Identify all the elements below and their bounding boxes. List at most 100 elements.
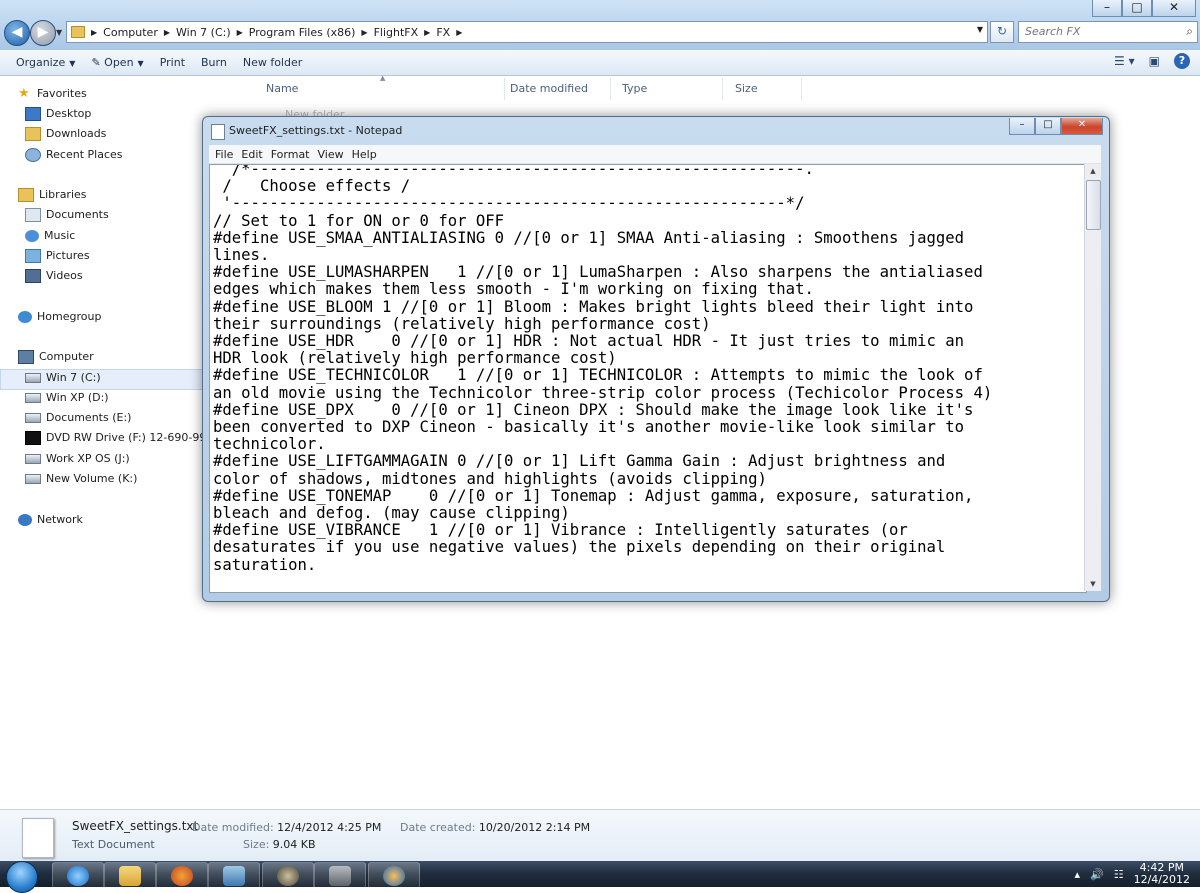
- breadcrumb-computer[interactable]: Computer: [103, 26, 158, 39]
- breadcrumb-program-files[interactable]: Program Files (x86): [249, 26, 356, 39]
- recent-pages-icon[interactable]: ▼: [56, 28, 62, 37]
- view-options-icon[interactable]: ☰ ▾: [1114, 54, 1135, 68]
- text-file-icon: [22, 818, 54, 858]
- taskbar-ie[interactable]: [52, 862, 104, 889]
- nav-music[interactable]: Music: [25, 227, 75, 245]
- internet-explorer-icon: [67, 866, 89, 886]
- minimize-icon[interactable]: –: [1009, 118, 1035, 135]
- chevron-right-icon[interactable]: ▶: [91, 28, 97, 37]
- notepad-window[interactable]: SweetFX_settings.txt - Notepad – □ ✕ Fil…: [202, 116, 1110, 602]
- taskbar-firefox[interactable]: [156, 862, 208, 889]
- nav-homegroup[interactable]: Homegroup: [18, 308, 101, 326]
- taskbar-explorer[interactable]: [104, 862, 156, 889]
- explorer-toolbar: Organize ▼ ✎ Open ▼ Print Burn New folder …: [0, 50, 1200, 76]
- folder-icon: [71, 26, 85, 38]
- organize-button[interactable]: Organize ▼: [16, 56, 75, 69]
- notepad-line: // Set to 1 for ON or 0 for OFF: [213, 211, 505, 230]
- details-modified-value: 12/4/2012 4:25 PM: [277, 821, 382, 834]
- volume-icon[interactable]: 🔊: [1090, 868, 1104, 881]
- taskbar-app-4[interactable]: [208, 862, 260, 889]
- maximize-icon[interactable]: □: [1035, 118, 1061, 135]
- breadcrumb-fx[interactable]: FX: [436, 26, 450, 39]
- scroll-thumb[interactable]: [1086, 180, 1101, 230]
- chevron-right-icon[interactable]: ▶: [456, 28, 462, 37]
- breadcrumb-flightfx[interactable]: FlightFX: [374, 26, 419, 39]
- videos-icon: [25, 269, 41, 283]
- back-button[interactable]: ◀: [4, 20, 30, 46]
- nav-drive-f[interactable]: DVD RW Drive (F:) 12-690-99-2: [25, 429, 217, 447]
- close-icon[interactable]: ✕: [1152, 0, 1196, 17]
- print-button[interactable]: Print: [160, 56, 185, 69]
- burn-button[interactable]: Burn: [201, 56, 227, 69]
- open-button[interactable]: ✎ Open ▼: [91, 56, 143, 69]
- chevron-right-icon[interactable]: ▶: [164, 28, 170, 37]
- desktop-icon: [25, 107, 41, 121]
- nav-drive-e[interactable]: Documents (E:): [25, 409, 131, 427]
- close-icon[interactable]: ✕: [1061, 118, 1103, 135]
- address-bar[interactable]: ▶ Computer ▶ Win 7 (C:) ▶ Program Files …: [66, 21, 988, 43]
- notepad-line: #define USE_TECHNICOLOR 1 //[0 or 1] TEC…: [213, 366, 983, 385]
- column-size[interactable]: Size: [729, 78, 802, 100]
- search-input[interactable]: [1019, 22, 1175, 40]
- firefox-icon: [171, 866, 193, 886]
- breadcrumb-win7[interactable]: Win 7 (C:): [176, 26, 231, 39]
- new-folder-button[interactable]: New folder: [243, 56, 302, 69]
- column-name[interactable]: Name: [260, 78, 505, 100]
- column-type[interactable]: Type: [616, 78, 723, 100]
- notepad-line: '---------------------------------------…: [213, 194, 805, 213]
- menu-file[interactable]: File: [215, 148, 233, 161]
- chevron-right-icon[interactable]: ▶: [237, 28, 243, 37]
- nav-libraries[interactable]: Libraries: [18, 186, 87, 204]
- nav-pictures[interactable]: Pictures: [25, 247, 90, 265]
- nav-computer[interactable]: Computer: [18, 348, 94, 366]
- scroll-down-icon[interactable]: ▼: [1085, 577, 1101, 591]
- nav-favorites[interactable]: ★ Favorites: [18, 85, 87, 103]
- chevron-right-icon[interactable]: ▶: [424, 28, 430, 37]
- help-icon[interactable]: ?: [1174, 53, 1190, 69]
- preview-pane-icon[interactable]: ▣: [1149, 54, 1160, 68]
- menu-format[interactable]: Format: [271, 148, 310, 161]
- notepad-line: color of shadows, midtones and highlight…: [213, 469, 767, 488]
- nav-desktop[interactable]: Desktop: [25, 105, 91, 123]
- refresh-button[interactable]: ↻: [990, 21, 1014, 43]
- nav-network[interactable]: Network: [18, 511, 83, 529]
- menu-view[interactable]: View: [318, 148, 344, 161]
- nav-drive-c[interactable]: Win 7 (C:): [25, 369, 101, 387]
- scroll-up-icon[interactable]: ▲: [1085, 164, 1101, 178]
- menu-help[interactable]: Help: [352, 148, 377, 161]
- nav-documents[interactable]: Documents: [25, 206, 109, 224]
- nav-homegroup-label: Homegroup: [37, 310, 102, 323]
- nav-videos[interactable]: Videos: [25, 267, 83, 285]
- details-size: Size: 9.04 KB: [243, 838, 316, 851]
- address-dropdown-icon[interactable]: ▼: [977, 25, 983, 34]
- taskbar-app-7[interactable]: [368, 862, 420, 889]
- notepad-text-content[interactable]: /*--------------------------------------…: [210, 164, 1086, 574]
- network-status-icon[interactable]: ☷: [1114, 868, 1124, 881]
- search-icon[interactable]: ⌕: [1186, 24, 1193, 39]
- nav-drive-c-label: Win 7 (C:): [46, 371, 101, 384]
- clock[interactable]: 4:42 PM 12/4/2012: [1134, 862, 1190, 886]
- drive-icon: [25, 373, 41, 383]
- taskbar-app-5[interactable]: [262, 862, 314, 889]
- search-box[interactable]: ⌕: [1018, 21, 1198, 43]
- taskbar-app-6[interactable]: [314, 862, 366, 889]
- start-button[interactable]: [6, 861, 38, 893]
- vertical-scrollbar[interactable]: ▲ ▼: [1084, 164, 1101, 591]
- nav-drive-j[interactable]: Work XP OS (J:): [25, 450, 130, 468]
- forward-button[interactable]: ▶: [30, 20, 56, 46]
- menu-edit[interactable]: Edit: [241, 148, 262, 161]
- folder-icon: [119, 866, 141, 886]
- nav-recent-places[interactable]: Recent Places: [25, 146, 123, 164]
- details-created-label: Date created:: [400, 821, 476, 834]
- notepad-line: /*--------------------------------------…: [213, 164, 814, 178]
- maximize-icon[interactable]: □: [1122, 0, 1152, 17]
- chevron-right-icon[interactable]: ▶: [361, 28, 367, 37]
- minimize-icon[interactable]: –: [1092, 0, 1122, 17]
- tray-expand-icon[interactable]: ▴: [1074, 868, 1080, 881]
- nav-drive-k[interactable]: New Volume (K:): [25, 470, 137, 488]
- notepad-text-area[interactable]: /*--------------------------------------…: [209, 164, 1087, 593]
- column-date-modified[interactable]: Date modified: [504, 78, 611, 100]
- nav-drive-d[interactable]: Win XP (D:): [25, 389, 109, 407]
- nav-downloads[interactable]: Downloads: [25, 125, 106, 143]
- explorer-title-bar: – □ ✕ ◀ ▶ ▼ ▶ Computer ▶ Win 7 (C:) ▶ Pr…: [0, 0, 1200, 50]
